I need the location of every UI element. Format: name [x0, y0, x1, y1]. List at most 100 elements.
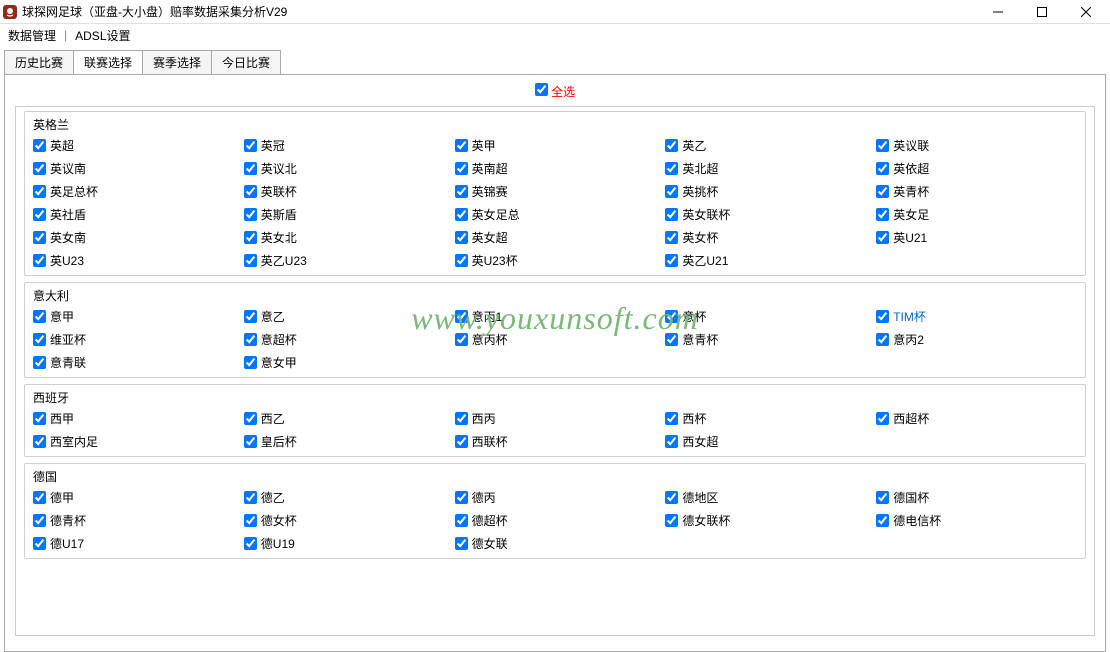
league-label[interactable]: 英议南 [50, 160, 86, 177]
tab-league-select[interactable]: 联赛选择 [73, 50, 143, 74]
league-label[interactable]: 意女甲 [261, 354, 297, 371]
league-checkbox[interactable] [244, 491, 257, 504]
league-checkbox[interactable] [33, 333, 46, 346]
league-checkbox[interactable] [33, 310, 46, 323]
league-checkbox[interactable] [876, 310, 889, 323]
league-checkbox[interactable] [244, 537, 257, 550]
league-label[interactable]: 英女联杯 [682, 206, 730, 223]
league-label[interactable]: 英女足总 [472, 206, 520, 223]
league-checkbox[interactable] [33, 491, 46, 504]
league-checkbox[interactable] [455, 139, 468, 152]
league-scroll-area[interactable]: 英格兰英超英冠英甲英乙英议联英议南英议北英南超英北超英依超英足总杯英联杯英锦赛英… [15, 106, 1095, 636]
league-label[interactable]: 德超杯 [472, 512, 508, 529]
league-label[interactable]: 西杯 [682, 410, 706, 427]
league-label[interactable]: 德地区 [682, 489, 718, 506]
league-label[interactable]: 德乙 [261, 489, 285, 506]
league-label[interactable]: 皇后杯 [261, 433, 297, 450]
league-label[interactable]: 意丙2 [893, 331, 924, 348]
league-checkbox[interactable] [244, 139, 257, 152]
league-checkbox[interactable] [665, 254, 678, 267]
league-label[interactable]: 西丙 [472, 410, 496, 427]
league-label[interactable]: 英U23杯 [472, 252, 518, 269]
league-checkbox[interactable] [876, 333, 889, 346]
league-label[interactable]: 英挑杯 [682, 183, 718, 200]
league-checkbox[interactable] [876, 185, 889, 198]
league-label[interactable]: 德女联 [472, 535, 508, 552]
league-checkbox[interactable] [665, 514, 678, 527]
tab-today-matches[interactable]: 今日比赛 [211, 50, 281, 74]
league-checkbox[interactable] [455, 333, 468, 346]
league-checkbox[interactable] [244, 514, 257, 527]
league-label[interactable]: 维亚杯 [50, 331, 86, 348]
league-label[interactable]: 英甲 [472, 137, 496, 154]
league-label[interactable]: 英冠 [261, 137, 285, 154]
league-label[interactable]: 英北超 [682, 160, 718, 177]
league-checkbox[interactable] [33, 139, 46, 152]
league-label[interactable]: 英社盾 [50, 206, 86, 223]
league-label[interactable]: 意丙1 [472, 308, 503, 325]
league-label[interactable]: 英青杯 [893, 183, 929, 200]
league-label[interactable]: 意丙杯 [472, 331, 508, 348]
league-label[interactable]: 意青联 [50, 354, 86, 371]
league-checkbox[interactable] [33, 162, 46, 175]
league-checkbox[interactable] [455, 208, 468, 221]
league-checkbox[interactable] [244, 310, 257, 323]
league-label[interactable]: 意青杯 [682, 331, 718, 348]
league-checkbox[interactable] [455, 537, 468, 550]
league-label[interactable]: 英联杯 [261, 183, 297, 200]
league-label[interactable]: 德甲 [50, 489, 74, 506]
league-checkbox[interactable] [244, 356, 257, 369]
league-checkbox[interactable] [455, 254, 468, 267]
league-checkbox[interactable] [244, 185, 257, 198]
league-checkbox[interactable] [455, 310, 468, 323]
select-all-checkbox[interactable] [535, 83, 548, 96]
league-checkbox[interactable] [876, 208, 889, 221]
league-label[interactable]: 英女杯 [682, 229, 718, 246]
league-checkbox[interactable] [455, 514, 468, 527]
league-checkbox[interactable] [455, 185, 468, 198]
league-label[interactable]: TIM杯 [893, 308, 926, 325]
league-label[interactable]: 英依超 [893, 160, 929, 177]
league-checkbox[interactable] [33, 254, 46, 267]
league-label[interactable]: 英女南 [50, 229, 86, 246]
league-checkbox[interactable] [876, 491, 889, 504]
league-label[interactable]: 西甲 [50, 410, 74, 427]
league-label[interactable]: 英女足 [893, 206, 929, 223]
league-label[interactable]: 英超 [50, 137, 74, 154]
league-checkbox[interactable] [665, 310, 678, 323]
league-label[interactable]: 德女联杯 [682, 512, 730, 529]
league-label[interactable]: 意甲 [50, 308, 74, 325]
league-checkbox[interactable] [455, 231, 468, 244]
league-label[interactable]: 德丙 [472, 489, 496, 506]
league-checkbox[interactable] [244, 435, 257, 448]
league-label[interactable]: 德U19 [261, 535, 295, 552]
league-checkbox[interactable] [33, 356, 46, 369]
league-label[interactable]: 英女北 [261, 229, 297, 246]
league-label[interactable]: 西女超 [682, 433, 718, 450]
minimize-button[interactable] [976, 0, 1020, 24]
league-checkbox[interactable] [876, 231, 889, 244]
league-checkbox[interactable] [455, 162, 468, 175]
league-checkbox[interactable] [665, 185, 678, 198]
menu-data-management[interactable]: 数据管理 [4, 25, 60, 46]
league-label[interactable]: 英斯盾 [261, 206, 297, 223]
league-label[interactable]: 英议北 [261, 160, 297, 177]
league-checkbox[interactable] [33, 231, 46, 244]
league-checkbox[interactable] [876, 514, 889, 527]
league-checkbox[interactable] [244, 412, 257, 425]
league-checkbox[interactable] [665, 435, 678, 448]
league-label[interactable]: 英U21 [893, 229, 927, 246]
league-label[interactable]: 意乙 [261, 308, 285, 325]
league-label[interactable]: 英足总杯 [50, 183, 98, 200]
tab-history-matches[interactable]: 历史比赛 [4, 50, 74, 74]
menu-adsl-settings[interactable]: ADSL设置 [71, 25, 134, 46]
league-checkbox[interactable] [455, 435, 468, 448]
league-checkbox[interactable] [876, 139, 889, 152]
league-checkbox[interactable] [665, 231, 678, 244]
league-label[interactable]: 英女超 [472, 229, 508, 246]
league-checkbox[interactable] [33, 537, 46, 550]
league-label[interactable]: 德U17 [50, 535, 84, 552]
league-checkbox[interactable] [244, 231, 257, 244]
league-label[interactable]: 英乙 [682, 137, 706, 154]
league-label[interactable]: 英乙U21 [682, 252, 728, 269]
